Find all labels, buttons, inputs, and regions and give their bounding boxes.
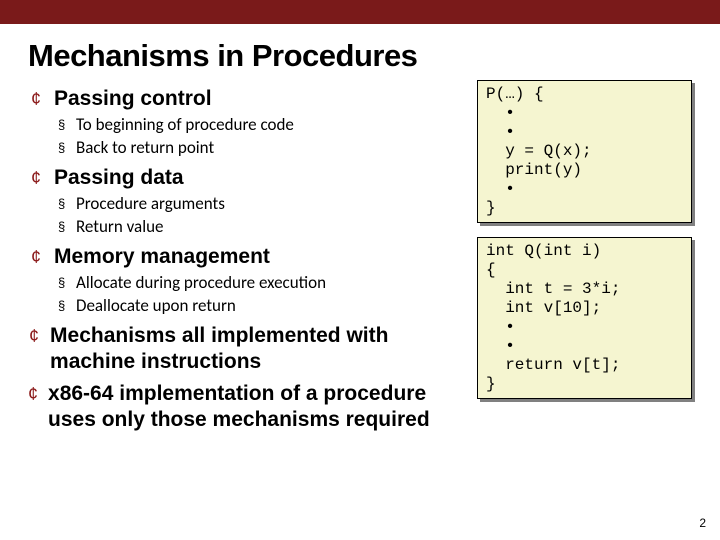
list-item: ¢ Passing control [28, 86, 467, 112]
square-bullet-icon: § [58, 137, 68, 159]
list-item: ¢ x86-64 implementation of a procedure u… [28, 381, 467, 433]
hollow-circle-icon: ¢ [28, 323, 40, 349]
heading-text: x86-64 implementation of a procedure use… [48, 381, 467, 433]
code-column: P(…) { • • y = Q(x); print(y) • } int Q(… [477, 80, 692, 435]
slide-body: Mechanisms in Procedures ¢ Passing contr… [0, 24, 720, 435]
subitem-text: Procedure arguments [76, 193, 225, 215]
subitem-text: To beginning of procedure code [76, 114, 294, 136]
square-bullet-icon: § [58, 193, 68, 215]
hollow-circle-icon: ¢ [28, 86, 44, 112]
list-subitem: § Allocate during procedure execution [58, 272, 467, 294]
heading-text: Passing data [54, 165, 184, 191]
square-bullet-icon: § [58, 114, 68, 136]
code-block-p: P(…) { • • y = Q(x); print(y) • } [477, 80, 692, 223]
list-item: ¢ Passing data [28, 165, 467, 191]
hollow-circle-icon: ¢ [28, 381, 38, 407]
subitem-text: Back to return point [76, 137, 214, 159]
slide-title: Mechanisms in Procedures [28, 38, 692, 74]
heading-text: Memory management [54, 244, 270, 270]
heading-text: Mechanisms all implemented with machine … [50, 323, 467, 375]
header-bar [0, 0, 720, 24]
list-subitem: § Procedure arguments [58, 193, 467, 215]
hollow-circle-icon: ¢ [28, 244, 44, 270]
list-item: ¢ Mechanisms all implemented with machin… [28, 323, 467, 375]
subitem-text: Deallocate upon return [76, 295, 236, 317]
square-bullet-icon: § [58, 272, 68, 294]
list-item: ¢ Memory management [28, 244, 467, 270]
hollow-circle-icon: ¢ [28, 165, 44, 191]
list-subitem: § To beginning of procedure code [58, 114, 467, 136]
code-block-q: int Q(int i) { int t = 3*i; int v[10]; •… [477, 237, 692, 399]
page-number: 2 [699, 516, 706, 530]
square-bullet-icon: § [58, 295, 68, 317]
list-subitem: § Return value [58, 216, 467, 238]
list-subitem: § Back to return point [58, 137, 467, 159]
subitem-text: Allocate during procedure execution [76, 272, 326, 294]
heading-text: Passing control [54, 86, 212, 112]
bullet-list: ¢ Passing control § To beginning of proc… [28, 80, 467, 435]
square-bullet-icon: § [58, 216, 68, 238]
list-subitem: § Deallocate upon return [58, 295, 467, 317]
subitem-text: Return value [76, 216, 164, 238]
content-row: ¢ Passing control § To beginning of proc… [28, 80, 692, 435]
